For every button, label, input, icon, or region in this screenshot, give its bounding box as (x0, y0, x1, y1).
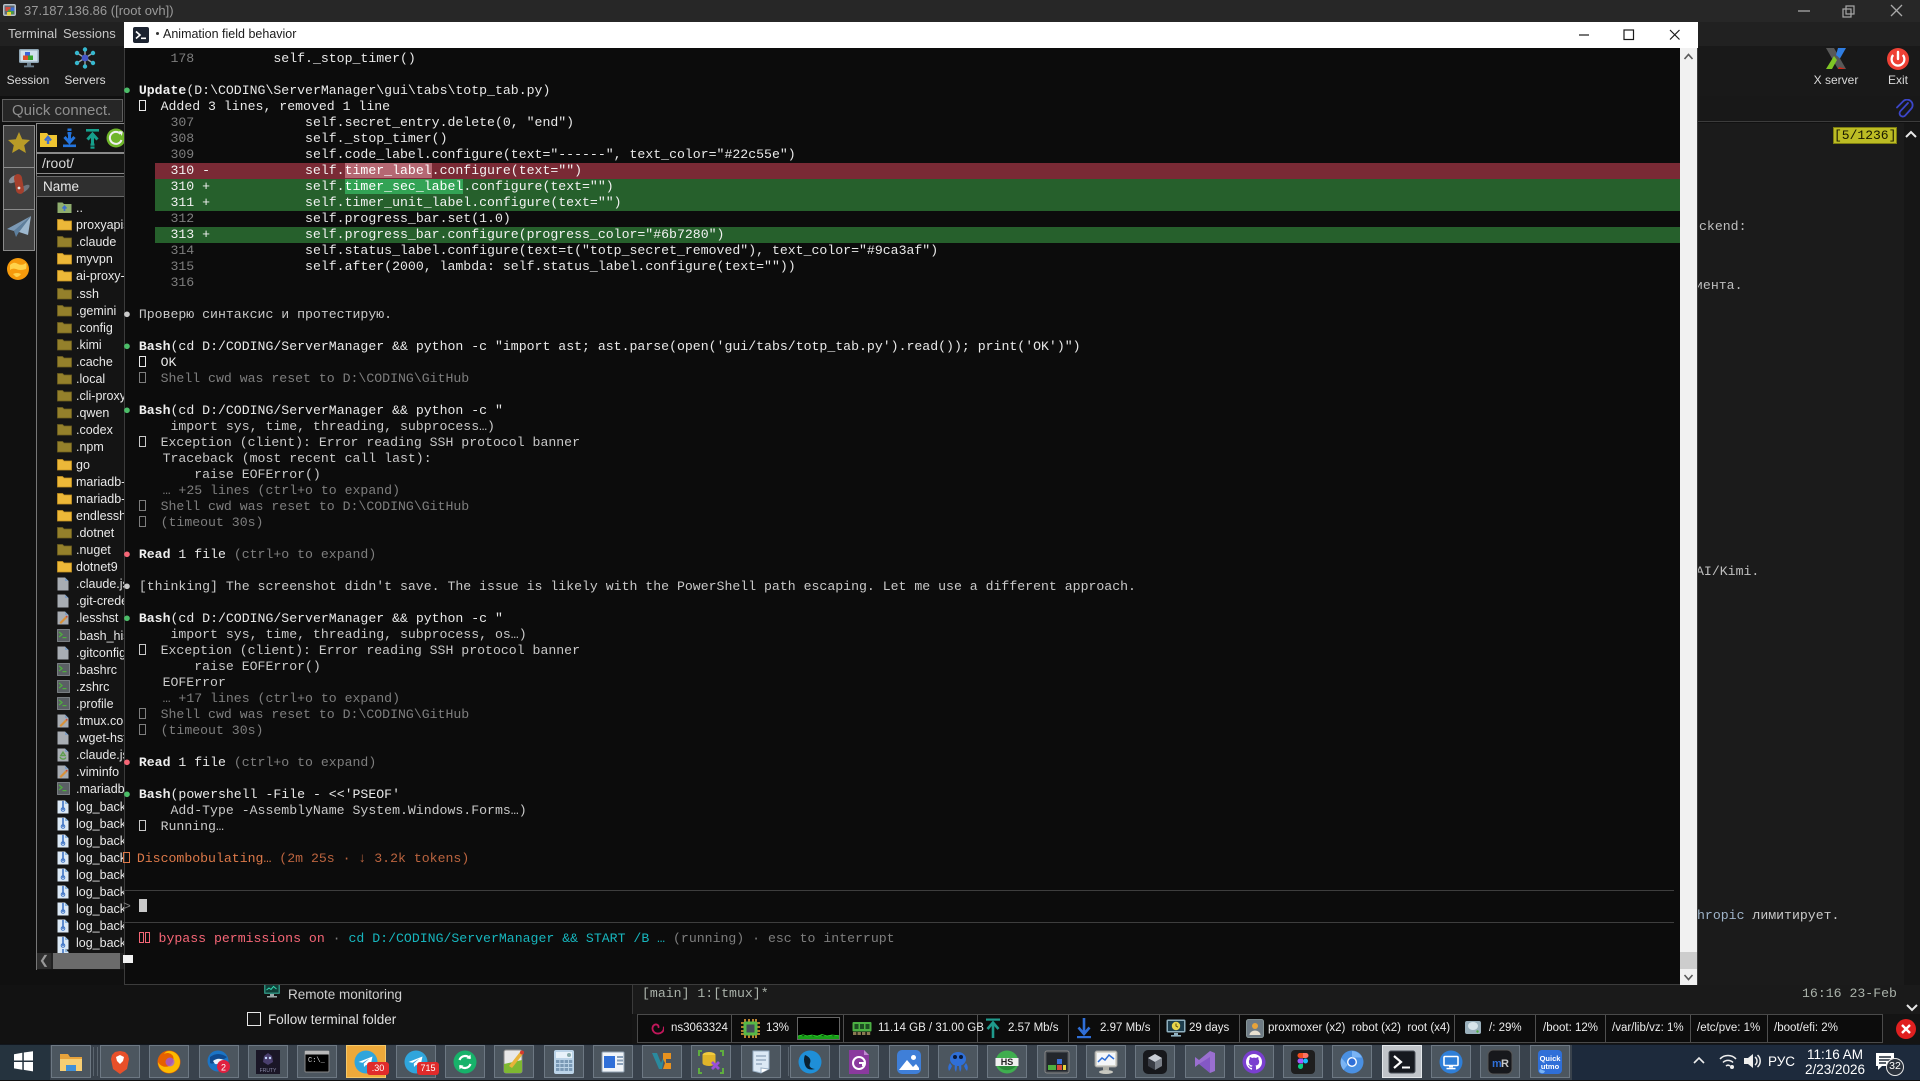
svg-text:HS: HS (1001, 1057, 1014, 1067)
svg-text:R: R (1501, 1058, 1509, 1070)
svg-text:utmo: utmo (1541, 1062, 1560, 1071)
svg-text:2: 2 (221, 1063, 226, 1073)
svg-text:C:\_: C:\_ (308, 1057, 326, 1065)
svg-text:FRUTY: FRUTY (260, 1068, 277, 1074)
